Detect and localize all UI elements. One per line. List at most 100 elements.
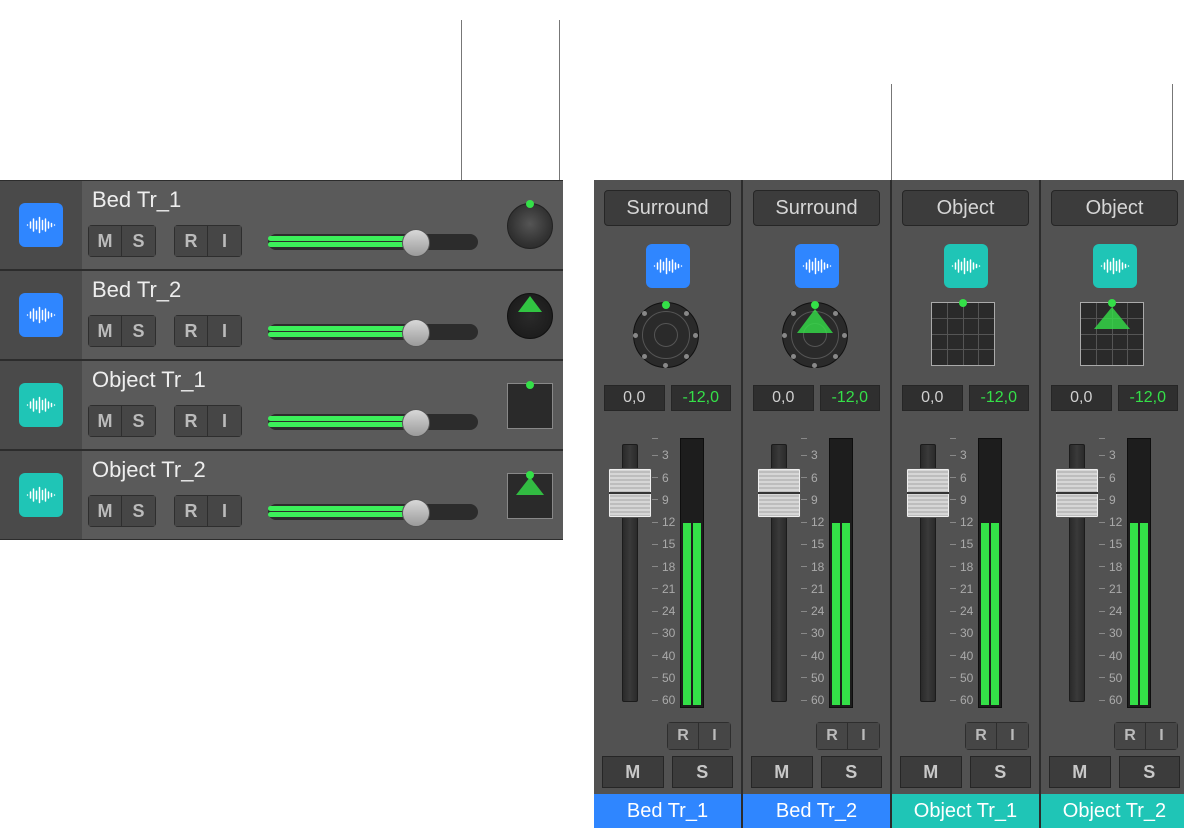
track-type-icon[interactable] bbox=[1093, 244, 1137, 288]
fader-handle[interactable] bbox=[1055, 468, 1099, 518]
track-name[interactable]: Object Tr_2 bbox=[92, 457, 206, 483]
channel-name[interactable]: Bed Tr_2 bbox=[743, 794, 890, 828]
fader-handle[interactable] bbox=[608, 468, 652, 518]
pan-readout[interactable]: 0,0 bbox=[753, 385, 814, 411]
fader-area: 369121518212430405060 bbox=[892, 432, 1039, 712]
track-row[interactable]: Bed Tr_1 MSRI bbox=[0, 180, 563, 270]
surround-panner[interactable] bbox=[633, 302, 699, 368]
pan-knob[interactable] bbox=[507, 203, 553, 249]
level-meter bbox=[829, 438, 853, 708]
record-enable-button[interactable]: R bbox=[1114, 722, 1146, 750]
channel-name[interactable]: Object Tr_2 bbox=[1041, 794, 1184, 828]
channel-name[interactable]: Object Tr_1 bbox=[892, 794, 1039, 828]
mute-button[interactable]: M bbox=[1049, 756, 1111, 788]
record-enable-button[interactable]: R bbox=[667, 722, 699, 750]
gain-readout[interactable]: -12,0 bbox=[969, 385, 1030, 411]
input-monitor-button[interactable]: I bbox=[997, 722, 1029, 750]
mute-button[interactable]: M bbox=[88, 495, 122, 527]
surround-panner[interactable] bbox=[782, 302, 848, 368]
input-monitor-button[interactable]: I bbox=[208, 315, 242, 347]
track-name[interactable]: Bed Tr_1 bbox=[92, 187, 181, 213]
track-row[interactable]: Object Tr_1MSRI bbox=[0, 360, 563, 450]
record-input-group: RI bbox=[1114, 722, 1178, 750]
record-enable-button[interactable]: R bbox=[174, 315, 208, 347]
fader-area: 369121518212430405060 bbox=[743, 432, 890, 712]
surround-panner-mini[interactable] bbox=[507, 293, 553, 339]
object-panner[interactable] bbox=[931, 302, 995, 366]
volume-slider[interactable] bbox=[268, 409, 478, 435]
track-icon[interactable] bbox=[19, 473, 63, 517]
scale-tick: 18 bbox=[801, 561, 824, 573]
solo-button[interactable]: S bbox=[672, 756, 734, 788]
volume-slider[interactable] bbox=[268, 229, 478, 255]
track-row[interactable]: Object Tr_2 MSRI bbox=[0, 450, 563, 540]
mute-button[interactable]: M bbox=[88, 225, 122, 257]
track-buttons: MSRI bbox=[88, 225, 242, 257]
scale-tick: 12 bbox=[1099, 516, 1122, 528]
level-meter bbox=[1127, 438, 1151, 708]
mute-solo-group: MS bbox=[88, 315, 156, 347]
record-enable-button[interactable]: R bbox=[965, 722, 997, 750]
mute-button[interactable]: M bbox=[900, 756, 962, 788]
scale-tick: 9 bbox=[950, 494, 973, 506]
solo-button[interactable]: S bbox=[970, 756, 1032, 788]
track-name[interactable]: Bed Tr_2 bbox=[92, 277, 181, 303]
pan-readout[interactable]: 0,0 bbox=[604, 385, 665, 411]
scale-tick: 60 bbox=[1099, 694, 1122, 706]
solo-button[interactable]: S bbox=[1119, 756, 1181, 788]
solo-button[interactable]: S bbox=[122, 405, 156, 437]
scale-tick: 21 bbox=[950, 583, 973, 595]
output-mode-button[interactable]: Surround bbox=[753, 190, 880, 226]
mixer: Surround0,0-12,0369121518212430405060RIM… bbox=[594, 180, 1184, 828]
record-enable-button[interactable]: R bbox=[174, 405, 208, 437]
solo-button[interactable]: S bbox=[122, 495, 156, 527]
input-monitor-button[interactable]: I bbox=[699, 722, 731, 750]
mute-button[interactable]: M bbox=[751, 756, 813, 788]
scale-tick: 40 bbox=[801, 650, 824, 662]
gain-readout[interactable]: -12,0 bbox=[1118, 385, 1179, 411]
mute-solo-group: MS bbox=[88, 405, 156, 437]
track-type-icon[interactable] bbox=[944, 244, 988, 288]
input-monitor-button[interactable]: I bbox=[208, 405, 242, 437]
track-type-icon[interactable] bbox=[646, 244, 690, 288]
ms-row: MS bbox=[751, 756, 882, 788]
record-enable-button[interactable]: R bbox=[174, 225, 208, 257]
track-icon[interactable] bbox=[19, 383, 63, 427]
mute-button[interactable]: M bbox=[88, 315, 122, 347]
track-row[interactable]: Bed Tr_2MSRI bbox=[0, 270, 563, 360]
track-name[interactable]: Object Tr_1 bbox=[92, 367, 206, 393]
solo-button[interactable]: S bbox=[122, 225, 156, 257]
record-enable-button[interactable]: R bbox=[174, 495, 208, 527]
fader-scale: 369121518212430405060 bbox=[950, 438, 973, 706]
record-enable-button[interactable]: R bbox=[816, 722, 848, 750]
solo-button[interactable]: S bbox=[821, 756, 883, 788]
scale-tick: 3 bbox=[950, 449, 973, 461]
mute-button[interactable]: M bbox=[602, 756, 664, 788]
object-panner[interactable] bbox=[1080, 302, 1144, 366]
input-monitor-button[interactable]: I bbox=[208, 225, 242, 257]
track-icon[interactable] bbox=[19, 293, 63, 337]
gain-readout[interactable]: -12,0 bbox=[671, 385, 732, 411]
channel-name[interactable]: Bed Tr_1 bbox=[594, 794, 741, 828]
pan-readout[interactable]: 0,0 bbox=[902, 385, 963, 411]
track-icon[interactable] bbox=[19, 203, 63, 247]
object-panner-mini[interactable] bbox=[507, 473, 553, 519]
input-monitor-button[interactable]: I bbox=[208, 495, 242, 527]
output-mode-button[interactable]: Object bbox=[902, 190, 1029, 226]
output-mode-button[interactable]: Object bbox=[1051, 190, 1178, 226]
input-monitor-button[interactable]: I bbox=[1146, 722, 1178, 750]
scale-tick: 15 bbox=[1099, 538, 1122, 550]
input-monitor-button[interactable]: I bbox=[848, 722, 880, 750]
output-mode-button[interactable]: Surround bbox=[604, 190, 731, 226]
volume-slider[interactable] bbox=[268, 319, 478, 345]
pan-readout[interactable]: 0,0 bbox=[1051, 385, 1112, 411]
volume-slider[interactable] bbox=[268, 499, 478, 525]
fader-handle[interactable] bbox=[757, 468, 801, 518]
readouts: 0,0-12,0 bbox=[604, 385, 731, 411]
mute-button[interactable]: M bbox=[88, 405, 122, 437]
track-type-icon[interactable] bbox=[795, 244, 839, 288]
gain-readout[interactable]: -12,0 bbox=[820, 385, 881, 411]
fader-handle[interactable] bbox=[906, 468, 950, 518]
solo-button[interactable]: S bbox=[122, 315, 156, 347]
object-panner-mini[interactable] bbox=[507, 383, 553, 429]
